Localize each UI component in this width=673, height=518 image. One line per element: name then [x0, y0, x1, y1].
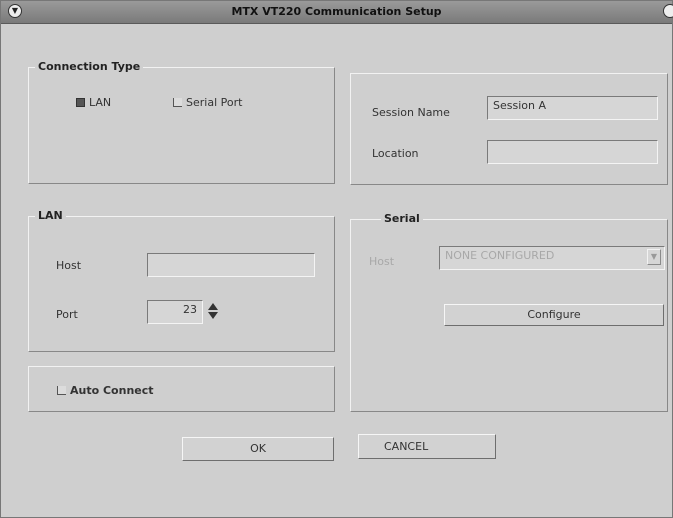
serial-host-value: NONE CONFIGURED — [445, 249, 555, 262]
chevron-down-icon[interactable]: ▼ — [647, 249, 661, 265]
port-increment-icon[interactable] — [208, 303, 218, 310]
session-name-field[interactable]: Session A — [487, 96, 658, 120]
ok-button[interactable]: OK — [182, 437, 334, 461]
serial-host-label: Host — [369, 255, 395, 268]
lan-port-label: Port — [56, 308, 78, 321]
auto-connect-indicator[interactable] — [57, 386, 66, 395]
configure-button[interactable]: Configure — [444, 304, 664, 326]
session-group: Session Name Session A Location — [350, 73, 668, 185]
lan-radio-indicator[interactable] — [76, 98, 85, 107]
connection-type-legend: Connection Type — [35, 60, 144, 73]
port-decrement-icon[interactable] — [208, 312, 218, 319]
serial-legend: Serial — [381, 212, 423, 225]
port-stepper[interactable] — [208, 302, 218, 320]
connection-type-group: Connection Type LAN Serial Port — [28, 60, 335, 184]
serial-port-radio[interactable]: Serial Port — [173, 96, 242, 109]
auto-connect-checkbox[interactable]: Auto Connect — [57, 384, 154, 397]
window-title: MTX VT220 Communication Setup — [231, 5, 442, 18]
lan-group: LAN Host Port 23 — [28, 209, 335, 352]
setup-dialog: ▼ MTX VT220 Communication Setup Connecti… — [0, 0, 673, 518]
lan-port-field[interactable]: 23 — [147, 300, 203, 324]
lan-radio-label: LAN — [89, 96, 112, 109]
lan-radio[interactable]: LAN — [76, 96, 111, 109]
location-field[interactable] — [487, 140, 658, 164]
serial-port-radio-label: Serial Port — [186, 96, 243, 109]
serial-host-select[interactable]: NONE CONFIGURED ▼ — [439, 246, 665, 270]
serial-port-radio-indicator[interactable] — [173, 98, 182, 107]
close-icon[interactable] — [663, 4, 673, 18]
lan-host-field[interactable] — [147, 253, 315, 277]
auto-connect-group: Auto Connect — [28, 366, 335, 412]
session-name-label: Session Name — [372, 106, 450, 119]
lan-legend: LAN — [35, 209, 66, 222]
location-label: Location — [372, 147, 419, 160]
serial-group: Serial Host NONE CONFIGURED ▼ Configure — [350, 212, 668, 412]
auto-connect-label: Auto Connect — [70, 384, 154, 397]
cancel-button[interactable]: CANCEL — [358, 434, 496, 459]
lan-host-label: Host — [56, 259, 82, 272]
title-bar[interactable]: ▼ MTX VT220 Communication Setup — [1, 1, 673, 24]
